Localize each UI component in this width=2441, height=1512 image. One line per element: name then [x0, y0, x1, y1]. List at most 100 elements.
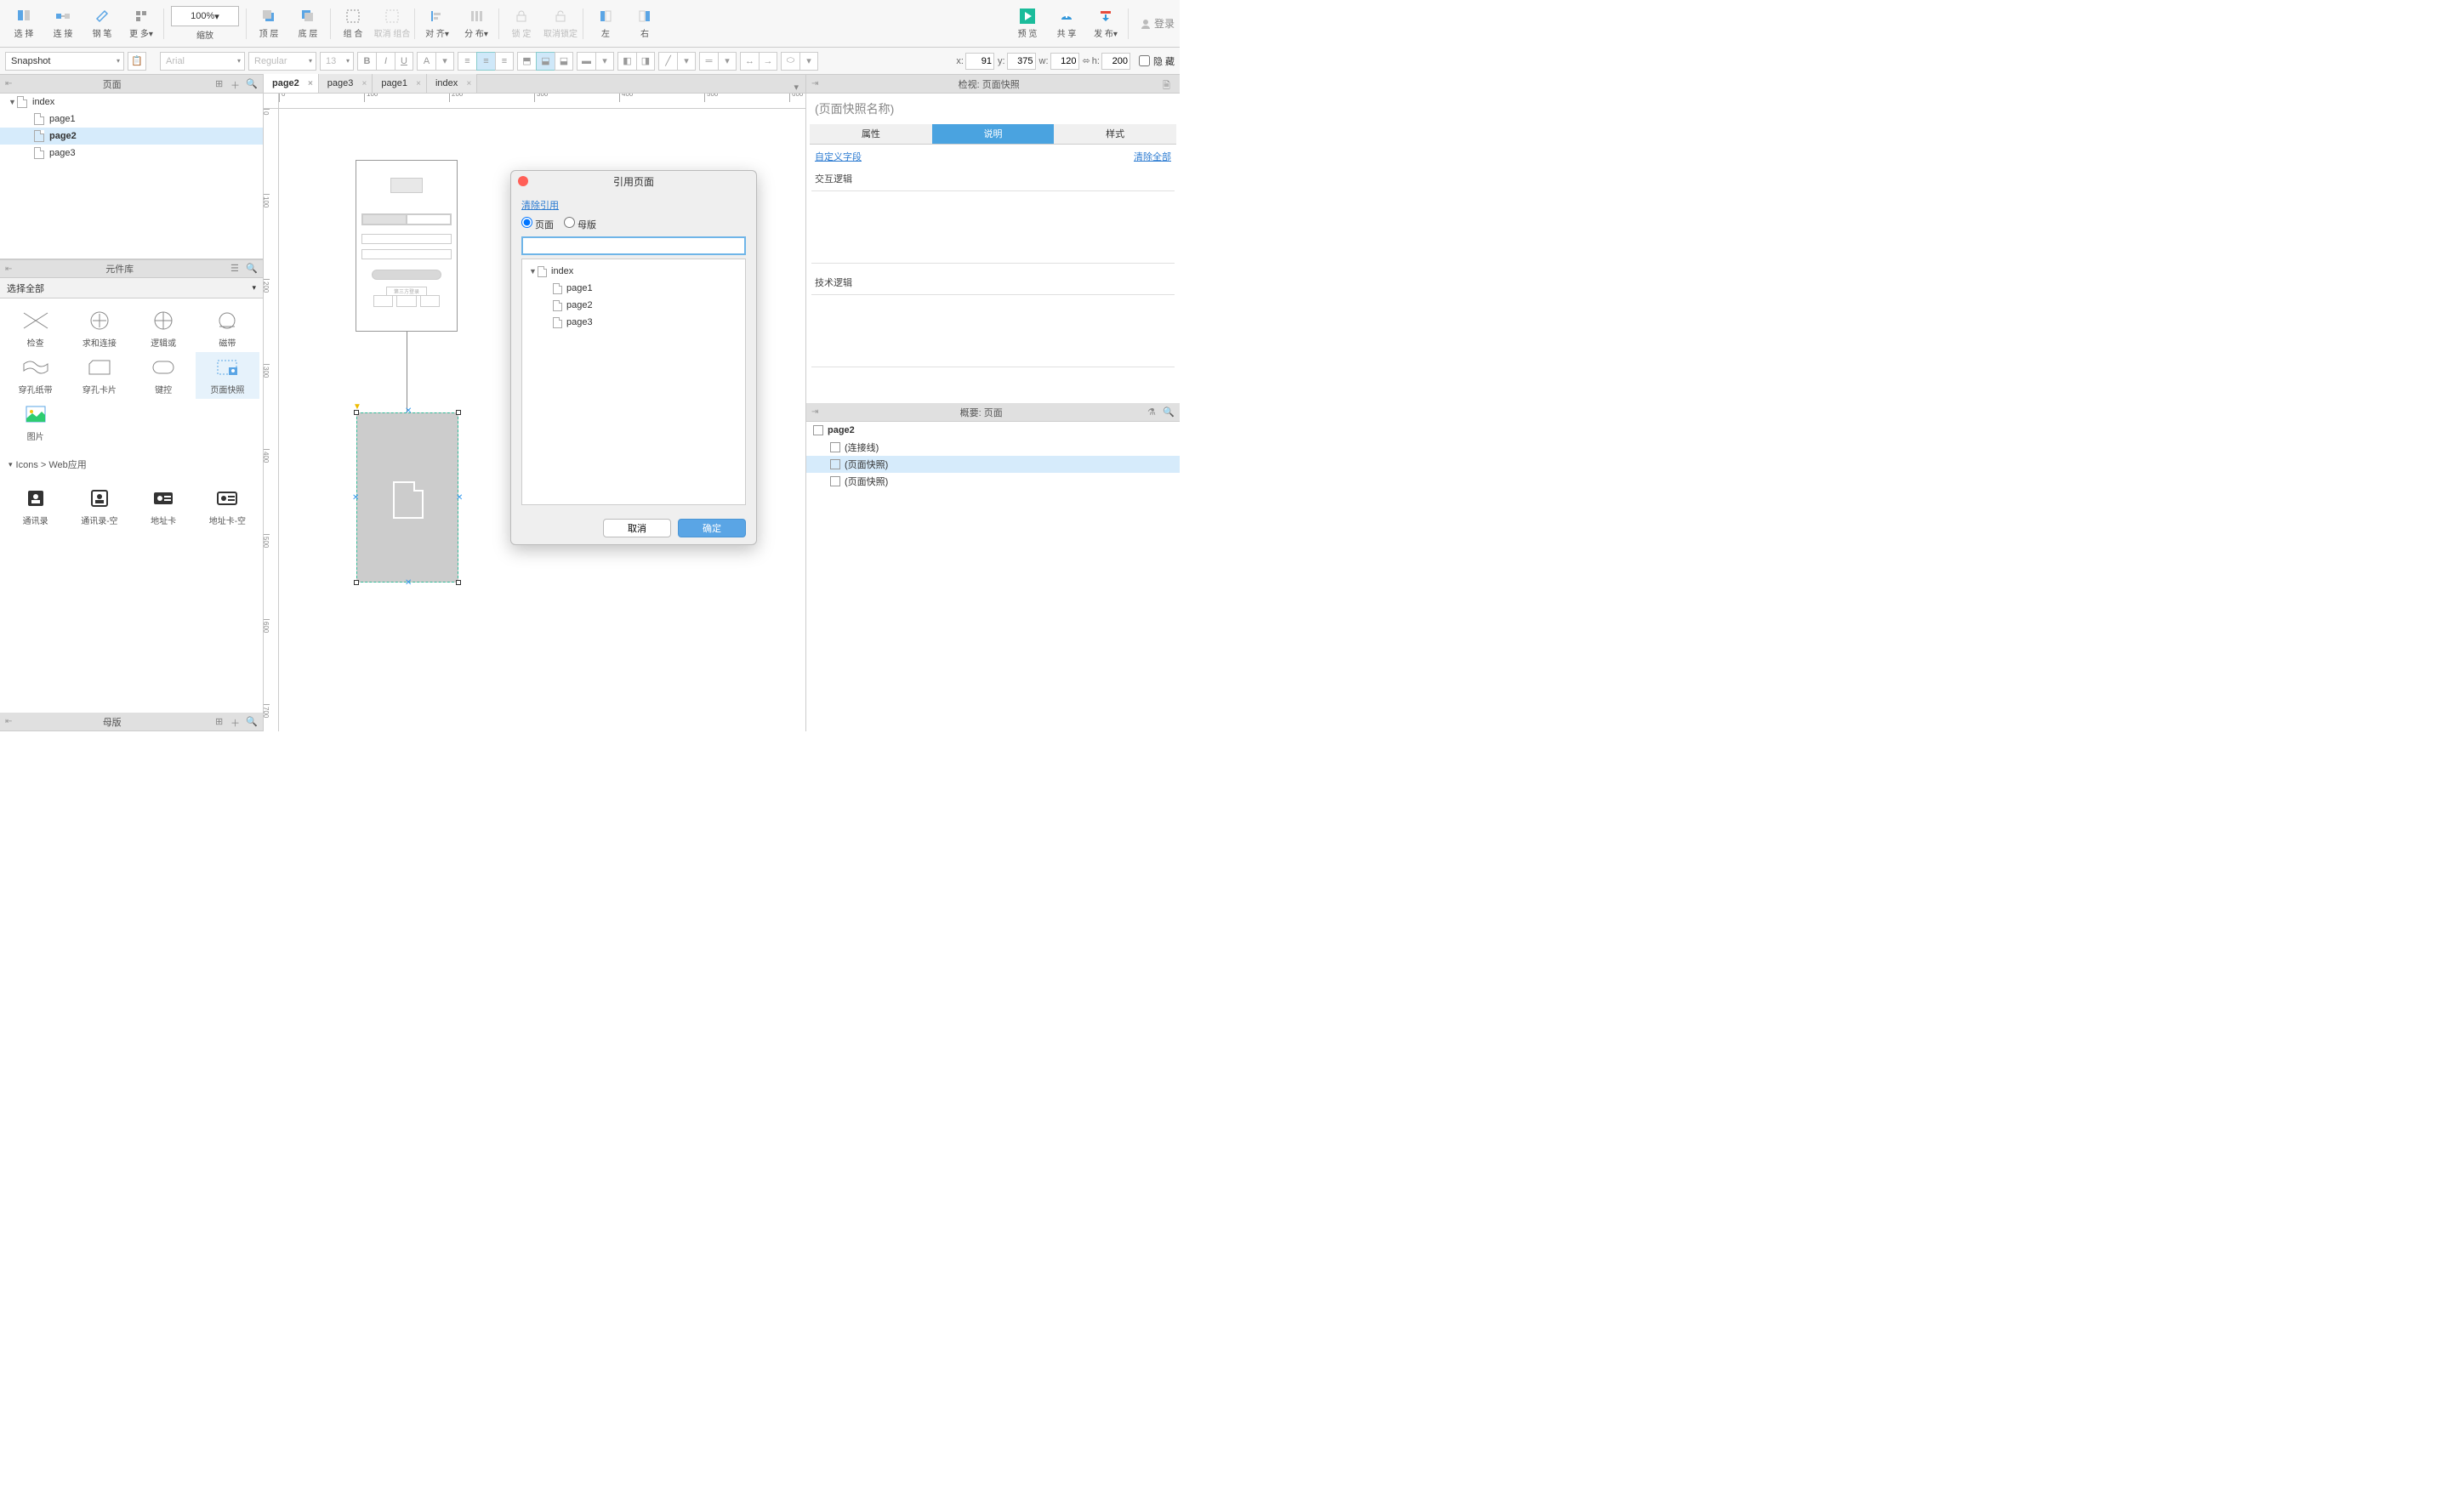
bring-front[interactable]: 顶 层 [250, 3, 287, 45]
dialog-close-icon[interactable] [518, 176, 528, 186]
dlg-tree-page3[interactable]: page3 [522, 314, 745, 331]
inspector-tab-说明[interactable]: 说明 [932, 124, 1055, 144]
valign-mid[interactable]: ⬓ [536, 52, 555, 71]
send-back[interactable]: 底 层 [289, 3, 327, 45]
widget-检查[interactable]: 检查 [3, 305, 67, 352]
arrow-none[interactable]: ↔ [740, 52, 759, 71]
search-icon[interactable]: 🔍 [246, 263, 258, 275]
text-color[interactable]: A [417, 52, 435, 71]
align-btn[interactable]: 对 齐▾ [418, 3, 456, 45]
bold-btn[interactable]: B [357, 52, 376, 71]
h-input[interactable] [1101, 53, 1130, 70]
widget-category[interactable]: Icons > Web应用 [0, 452, 263, 476]
tabs-more-icon[interactable]: ▾ [787, 82, 805, 93]
widget-求和连接[interactable]: 求和连接 [67, 305, 131, 352]
search-icon[interactable]: 🔍 [246, 716, 258, 728]
tab-page1[interactable]: page1× [373, 74, 427, 93]
tech-textarea[interactable] [811, 294, 1175, 367]
widget-逻辑或[interactable]: 逻辑或 [132, 305, 196, 352]
collapse-icon[interactable]: ⇥ [811, 79, 818, 88]
y-input[interactable] [1007, 53, 1036, 70]
font-dropdown[interactable]: Arial [160, 52, 245, 71]
close-icon[interactable]: × [466, 79, 471, 88]
size-dropdown[interactable]: 13 [320, 52, 354, 71]
note-icon[interactable]: 🗎 [1163, 78, 1175, 90]
close-icon[interactable]: × [308, 79, 313, 88]
widget-图片[interactable]: 图片 [3, 399, 67, 446]
fill-color[interactable]: ▬ [577, 52, 595, 71]
hidden-checkbox[interactable] [1139, 55, 1150, 66]
italic-btn[interactable]: I [376, 52, 395, 71]
widget-name-field[interactable]: (页面快照名称) [806, 94, 1180, 124]
corner-radius[interactable]: ⬭ [781, 52, 799, 71]
lock-wh-icon[interactable]: ⬄ [1083, 55, 1090, 66]
outline-row[interactable]: (页面快照) [806, 473, 1180, 490]
publish-btn[interactable]: 发 布▾ [1087, 3, 1124, 45]
inspector-tab-样式[interactable]: 样式 [1054, 124, 1176, 144]
valign-bot[interactable]: ⬓ [555, 52, 573, 71]
filter-icon[interactable]: ⚗ [1147, 406, 1159, 418]
outline-row[interactable]: (连接线) [806, 439, 1180, 456]
weight-dropdown[interactable]: Regular [248, 52, 316, 71]
arrow-end[interactable]: → [759, 52, 777, 71]
add-folder-icon[interactable]: ⊞ [215, 78, 227, 90]
corner-dd[interactable]: ▾ [799, 52, 818, 71]
widget-filter-dropdown[interactable]: 选择全部 [0, 278, 263, 298]
line-width[interactable]: ═ [699, 52, 718, 71]
collapse-icon[interactable]: ⇤ [5, 264, 12, 274]
valign-top[interactable]: ⬒ [517, 52, 536, 71]
share-btn[interactable]: 共 享 [1048, 3, 1085, 45]
select-tool[interactable]: 选 择 [5, 3, 43, 45]
widget-通讯录[interactable]: 通讯录 [3, 483, 67, 530]
text-more[interactable]: ▾ [435, 52, 454, 71]
menu-icon[interactable]: ☰ [230, 263, 242, 275]
distribute-btn[interactable]: 分 布▾ [458, 3, 495, 45]
inspector-tab-属性[interactable]: 属性 [810, 124, 932, 144]
line-width-dd[interactable]: ▾ [718, 52, 737, 71]
line-style[interactable]: ╱ [658, 52, 677, 71]
x-input[interactable] [965, 53, 994, 70]
widget-穿孔卡片[interactable]: 穿孔卡片 [67, 352, 131, 399]
align-center[interactable]: ≡ [476, 52, 495, 71]
login-link[interactable]: 登录 [1141, 16, 1175, 31]
search-icon[interactable]: 🔍 [1163, 406, 1175, 418]
underline-btn[interactable]: U [395, 52, 413, 71]
align-left[interactable]: ≡ [458, 52, 476, 71]
dialog-search-input[interactable] [521, 236, 746, 255]
clear-reference-link[interactable]: 清除引用 [521, 201, 559, 211]
widget-地址卡[interactable]: 地址卡 [132, 483, 196, 530]
tree-row-page1[interactable]: page1 [0, 111, 263, 128]
widget-穿孔纸带[interactable]: 穿孔纸带 [3, 352, 67, 399]
dock-right[interactable]: 右 [626, 3, 663, 45]
collapse-icon[interactable]: ⇥ [811, 407, 818, 417]
widget-磁带[interactable]: 磁带 [196, 305, 259, 352]
dock-left[interactable]: 左 [587, 3, 624, 45]
add-master-icon[interactable]: ＋ [230, 716, 242, 728]
preview-btn[interactable]: 预 览 [1009, 3, 1046, 45]
w-input[interactable] [1050, 53, 1079, 70]
tree-row-page2[interactable]: page2 [0, 128, 263, 145]
close-icon[interactable]: × [362, 79, 367, 88]
fill-dd[interactable]: ▾ [595, 52, 614, 71]
custom-fields-link[interactable]: 自定义字段 [815, 150, 862, 163]
ok-button[interactable]: 确定 [678, 519, 746, 537]
widget-通讯录-空[interactable]: 通讯录-空 [67, 483, 131, 530]
style-dropdown[interactable]: Snapshot [5, 52, 124, 71]
radio-master[interactable]: 母版 [564, 217, 596, 231]
pen-tool[interactable]: 钢 笔 [83, 3, 121, 45]
connect-tool[interactable]: 连 接 [44, 3, 82, 45]
align-right[interactable]: ≡ [495, 52, 514, 71]
clear-all-link[interactable]: 清除全部 [1134, 150, 1171, 163]
cancel-button[interactable]: 取消 [603, 519, 671, 537]
outline-row[interactable]: page2 [806, 422, 1180, 439]
interaction-textarea[interactable] [811, 190, 1175, 264]
collapse-icon[interactable]: ⇤ [5, 717, 12, 726]
dlg-tree-page2[interactable]: page2 [522, 297, 745, 314]
outline-row[interactable]: (页面快照) [806, 456, 1180, 473]
shadow-inner[interactable]: ◨ [636, 52, 655, 71]
search-icon[interactable]: 🔍 [246, 78, 258, 90]
tab-index[interactable]: index× [427, 74, 477, 93]
more-tools[interactable]: 更 多▾ [122, 3, 160, 45]
wireframe-snapshot[interactable]: 第三方登录 [356, 160, 458, 332]
close-icon[interactable]: × [416, 79, 421, 88]
